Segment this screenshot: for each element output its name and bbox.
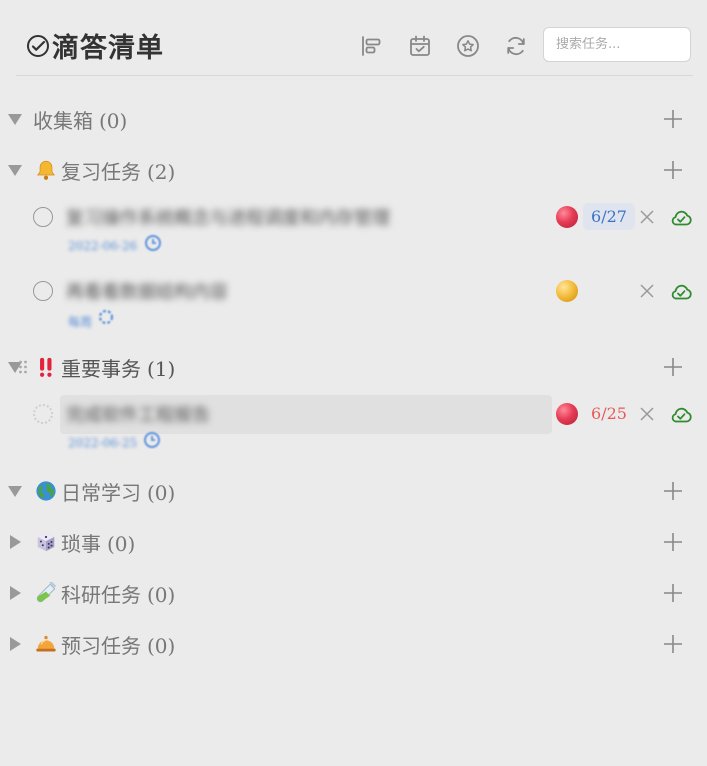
drag-handle-icon[interactable] <box>18 359 28 375</box>
align-left-icon <box>362 36 381 56</box>
check-circle-icon <box>27 34 49 57</box>
service-bell-icon <box>36 635 56 652</box>
group-important[interactable]: 重要事务 (1) <box>0 351 707 383</box>
task-meta: 每周 <box>68 315 93 329</box>
double-exclamation-icon <box>39 357 52 377</box>
group-chores[interactable]: 琐事 (0) <box>0 526 707 558</box>
search-input[interactable] <box>543 27 691 62</box>
task-checkbox[interactable] <box>33 281 53 301</box>
task-title: 复习操作系统概念与进程调度和内存管理 <box>66 208 390 229</box>
task-meta: 2022-06-25 <box>68 436 138 450</box>
arrow-right-icon[interactable] <box>7 636 23 652</box>
close-icon[interactable] <box>638 208 656 226</box>
calendar-check-icon <box>410 35 430 56</box>
close-icon[interactable] <box>638 405 656 423</box>
group-review[interactable]: 复习任务 (2) <box>0 154 707 186</box>
header: 滴答清单 <box>0 0 707 76</box>
favorites-button[interactable] <box>455 33 481 59</box>
close-icon[interactable] <box>638 282 656 300</box>
group-daily-study[interactable]: 日常学习 (0) <box>0 475 707 507</box>
group-title: 日常学习 (0) <box>61 480 176 505</box>
group-title: 收集箱 (0) <box>33 108 128 133</box>
app-window: 滴答清单 搜索任务... 收集箱 (0) 复习任务 (2) 复习操作系统概念与进… <box>0 0 707 766</box>
due-date-badge[interactable]: 6/25 <box>583 400 635 427</box>
clock-icon <box>144 234 162 252</box>
plus-icon[interactable] <box>661 158 685 182</box>
calendar-button[interactable] <box>407 33 433 59</box>
plus-icon[interactable] <box>661 632 685 656</box>
header-divider <box>16 75 693 76</box>
cloud-check-icon[interactable] <box>669 280 693 302</box>
globe-icon <box>36 481 56 501</box>
app-title: 滴答清单 <box>52 33 164 64</box>
group-title: 重要事务 (1) <box>61 356 176 381</box>
task-title: 完成软件工程报告 <box>66 405 210 426</box>
task-item[interactable]: 复习操作系统概念与进程调度和内存管理 6/27 2022-06-26 <box>0 198 707 253</box>
repeat-icon <box>98 309 114 325</box>
group-title: 复习任务 (2) <box>61 159 176 184</box>
arrow-down-icon[interactable] <box>7 111 23 127</box>
arrow-down-icon[interactable] <box>7 162 23 178</box>
arrow-right-icon[interactable] <box>7 585 23 601</box>
refresh-icon <box>507 36 525 56</box>
cloud-check-icon[interactable] <box>669 403 693 425</box>
task-title: 再看看数据结构内容 <box>66 282 228 303</box>
group-title: 琐事 (0) <box>61 531 136 556</box>
group-research[interactable]: 科研任务 (0) <box>0 577 707 609</box>
group-inbox[interactable]: 收集箱 (0) <box>0 103 707 135</box>
app-title-wrap: 滴答清单 <box>26 26 164 65</box>
task-checkbox[interactable] <box>33 404 53 424</box>
group-preview[interactable]: 预习任务 (0) <box>0 628 707 660</box>
plus-icon[interactable] <box>661 107 685 131</box>
plus-icon[interactable] <box>661 530 685 554</box>
refresh-button[interactable] <box>503 33 529 59</box>
bell-icon <box>37 160 55 180</box>
task-meta: 2022-06-26 <box>68 239 138 253</box>
star-circle-icon <box>457 35 479 57</box>
priority-high-icon[interactable] <box>556 206 578 228</box>
due-date-badge[interactable]: 6/27 <box>583 203 635 230</box>
priority-medium-icon[interactable] <box>556 280 578 302</box>
arrow-right-icon[interactable] <box>7 534 23 550</box>
arrow-down-icon[interactable] <box>7 483 23 499</box>
group-title: 科研任务 (0) <box>61 582 176 607</box>
group-title: 预习任务 (0) <box>61 633 176 658</box>
sort-button[interactable] <box>359 33 385 59</box>
plus-icon[interactable] <box>661 581 685 605</box>
clock-icon <box>143 431 161 449</box>
plus-icon[interactable] <box>661 355 685 379</box>
test-tube-icon <box>36 582 56 603</box>
task-item[interactable]: 完成软件工程报告 6/25 2022-06-25 <box>0 395 707 450</box>
dice-icon <box>37 532 55 552</box>
cloud-check-icon[interactable] <box>669 206 693 228</box>
task-item[interactable]: 再看看数据结构内容 每周 <box>0 272 707 329</box>
plus-icon[interactable] <box>661 479 685 503</box>
priority-high-icon[interactable] <box>556 403 578 425</box>
task-checkbox[interactable] <box>33 207 53 227</box>
